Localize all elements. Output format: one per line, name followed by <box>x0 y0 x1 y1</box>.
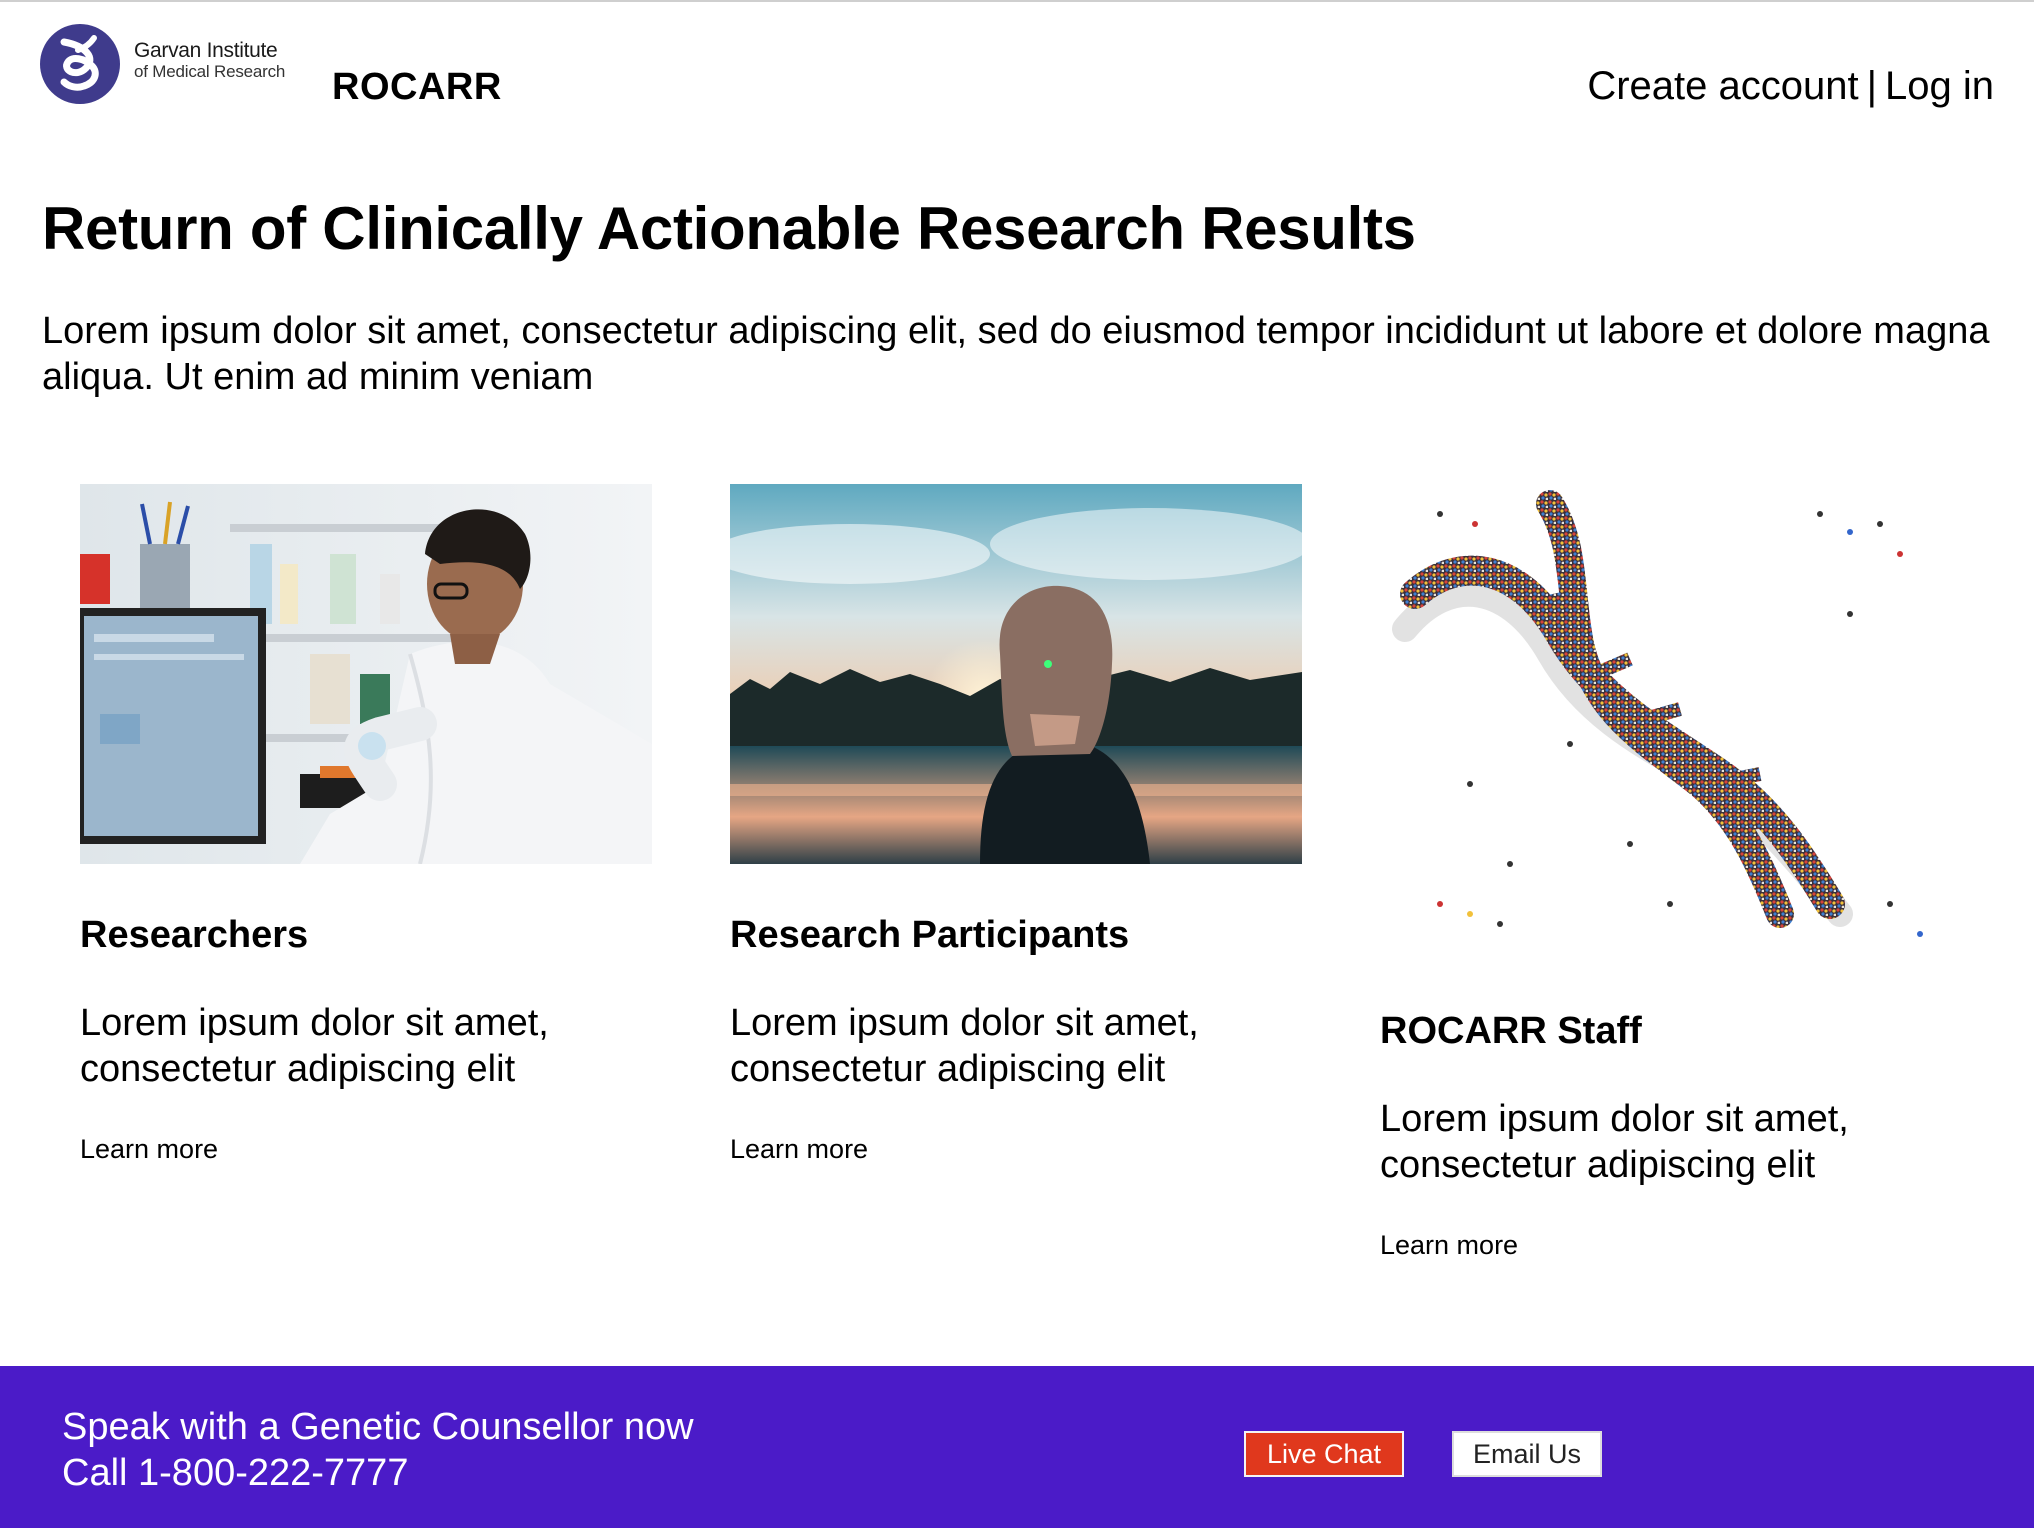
learn-more-link[interactable]: Learn more <box>1380 1230 1518 1261</box>
dna-helix-crowd-image <box>1380 484 1952 954</box>
logo-line-1: Garvan Institute <box>134 39 278 62</box>
learn-more-link[interactable]: Learn more <box>730 1134 868 1165</box>
card-description: Lorem ipsum dolor sit amet, consectetur … <box>730 1002 1199 1090</box>
create-account-link[interactable]: Create account <box>1587 64 1858 108</box>
live-chat-button[interactable]: Live Chat <box>1244 1431 1404 1477</box>
card-title: Researchers <box>80 914 309 956</box>
garvan-logo[interactable]: Garvan Institute of Medical Research <box>40 22 296 106</box>
auth-separator: | <box>1866 64 1878 108</box>
card-title: ROCARR Staff <box>1380 1010 1642 1052</box>
phone-number: Call 1-800-222-7777 <box>62 1452 409 1494</box>
garvan-logo-icon <box>40 24 120 104</box>
lake-sunset-image <box>730 484 1302 864</box>
card-description: Lorem ipsum dolor sit amet, consectetur … <box>1380 1098 1849 1186</box>
site-name[interactable]: ROCARR <box>332 66 502 109</box>
email-us-button[interactable]: Email Us <box>1452 1431 1602 1477</box>
card-researchers: Researchers Lorem ipsum dolor sit amet, … <box>80 484 652 1164</box>
logo-line-2: of Medical Research <box>134 62 286 81</box>
counsellor-heading: Speak with a Genetic Counsellor now <box>62 1406 694 1448</box>
counsellor-contact: Speak with a Genetic Counsellor now Call… <box>62 1404 694 1496</box>
card-rocarr-staff: ROCARR Staff Lorem ipsum dolor sit amet,… <box>1380 484 1952 1260</box>
log-in-link[interactable]: Log in <box>1885 64 1994 108</box>
contact-footer: Speak with a Genetic Counsellor now Call… <box>0 1366 2034 1528</box>
lab-scene-image <box>80 484 652 864</box>
card-research-participants: Research Participants Lorem ipsum dolor … <box>730 484 1302 1164</box>
page-title: Return of Clinically Actionable Research… <box>42 195 1416 262</box>
participant-lake-photo <box>730 484 1302 864</box>
dna-crowd-image <box>1380 484 1952 954</box>
intro-paragraph: Lorem ipsum dolor sit amet, consectetur … <box>42 310 1990 398</box>
card-title: Research Participants <box>730 914 1130 956</box>
card-description: Lorem ipsum dolor sit amet, consectetur … <box>80 1002 549 1090</box>
researcher-lab-photo <box>80 484 652 864</box>
top-border <box>0 0 2034 2</box>
auth-links: Create account | Log in <box>1587 64 1994 109</box>
logo-text: Garvan Institute of Medical Research <box>134 40 285 80</box>
learn-more-link[interactable]: Learn more <box>80 1134 218 1165</box>
